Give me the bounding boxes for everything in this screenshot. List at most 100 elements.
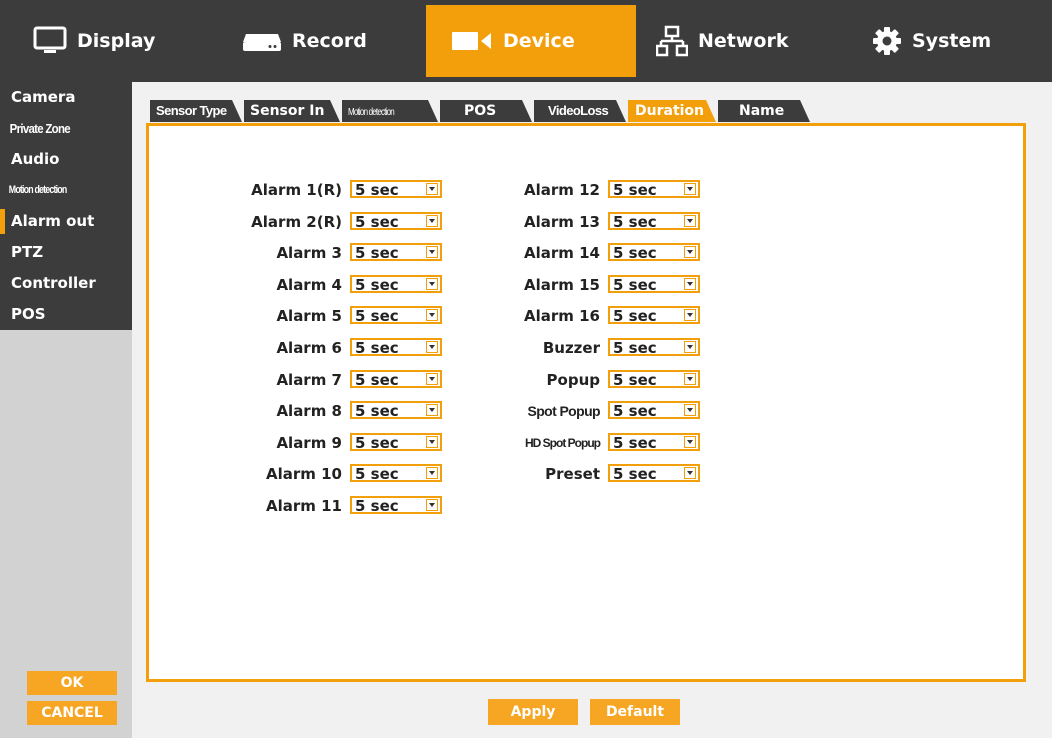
tab-sensor-type[interactable]: Sensor Type [150, 100, 242, 122]
duration-select[interactable]: 5 sec [608, 306, 700, 325]
duration-row: Alarm 4 5 sec [142, 273, 442, 297]
duration-value: 5 sec [613, 433, 657, 452]
dropdown-arrow-icon[interactable] [684, 467, 696, 480]
ok-button[interactable]: OK [27, 671, 117, 695]
duration-value: 5 sec [355, 244, 399, 263]
alarm-label: Preset [545, 465, 600, 484]
tab-duration[interactable]: Duration [628, 100, 716, 122]
duration-value: 5 sec [613, 370, 657, 389]
tab-label: Duration [635, 103, 705, 119]
sidebar-item-motion-detection[interactable]: Motion detection [0, 175, 106, 206]
sidebar-item-ptz[interactable]: PTZ [0, 237, 132, 268]
duration-select[interactable]: 5 sec [608, 180, 700, 199]
default-button[interactable]: Default [590, 699, 680, 725]
alarm-label: Alarm 3 [276, 244, 342, 263]
top-tab-display[interactable]: Display [0, 5, 210, 77]
network-icon [656, 25, 688, 57]
top-tab-device[interactable]: Device [426, 5, 636, 77]
tab-label: Motion detection [348, 107, 394, 118]
dropdown-arrow-icon[interactable] [426, 499, 438, 511]
dropdown-arrow-icon[interactable] [684, 309, 696, 322]
sidebar-item-alarm-out[interactable]: Alarm out [0, 206, 132, 237]
duration-select[interactable]: 5 sec [608, 274, 700, 294]
top-tab-network[interactable]: Network [636, 5, 844, 77]
alarm-label: Alarm 15 [524, 275, 600, 294]
top-tab-label: Device [503, 30, 575, 52]
top-tab-record[interactable]: Record [210, 5, 426, 77]
alarm-label: Alarm 10 [266, 465, 342, 484]
duration-select[interactable]: 5 sec [608, 338, 700, 357]
tab-sensor-in[interactable]: Sensor In [244, 100, 340, 122]
alarm-label: HD Spot Popup [525, 435, 601, 450]
duration-row: Alarm 9 5 sec [142, 431, 442, 455]
sidebar-item-private-zone[interactable]: Private Zone [0, 113, 116, 144]
duration-row: Alarm 16 5 sec [400, 304, 700, 328]
dropdown-arrow-icon[interactable] [684, 435, 696, 448]
duration-value: 5 sec [613, 339, 657, 357]
duration-value: 5 sec [355, 497, 399, 515]
sidebar-item-pos[interactable]: POS [0, 299, 132, 330]
tab-label: Name [739, 103, 785, 119]
tab-pos[interactable]: POS [440, 100, 532, 122]
dropdown-arrow-icon[interactable] [684, 214, 696, 227]
duration-select[interactable]: 5 sec [608, 243, 700, 263]
sidebar-item-camera[interactable]: Camera [0, 82, 132, 113]
sidebar-item-controller[interactable]: Controller [0, 268, 132, 299]
top-tab-label: Record [292, 30, 367, 52]
duration-value: 5 sec [613, 275, 657, 294]
monitor-icon [33, 26, 67, 56]
duration-select[interactable]: 5 sec [608, 432, 700, 452]
sidebar-menu: Camera Private Zone Audio Motion detecti… [0, 82, 132, 330]
camera-icon [451, 30, 493, 52]
gear-icon [872, 26, 902, 56]
top-tab-label: Network [698, 30, 789, 52]
duration-value: 5 sec [355, 339, 399, 357]
tab-videoloss[interactable]: VideoLoss [534, 100, 626, 122]
cancel-button[interactable]: CANCEL [27, 701, 117, 725]
sidebar-item-audio[interactable]: Audio [0, 144, 132, 175]
tab-label: Sensor In [250, 103, 325, 119]
duration-value: 5 sec [613, 212, 657, 231]
duration-select[interactable]: 5 sec [608, 211, 700, 231]
duration-row: Alarm 13 5 sec [400, 210, 700, 234]
duration-value: 5 sec [355, 433, 399, 452]
duration-row: Alarm 8 5 sec [142, 399, 442, 423]
duration-row: Alarm 7 5 sec [142, 368, 442, 392]
duration-value: 5 sec [355, 402, 399, 421]
tab-motion-detection[interactable]: Motion detection [342, 100, 438, 122]
content-area: Sensor Type Sensor In Motion detection P… [132, 82, 1052, 738]
duration-row: Alarm 11 5 sec [142, 494, 442, 518]
duration-value: 5 sec [355, 370, 399, 389]
duration-select[interactable]: 5 sec [608, 369, 700, 389]
alarm-label: Alarm 12 [524, 181, 600, 199]
duration-row: Alarm 2(R) 5 sec [142, 210, 442, 234]
alarm-label: Alarm 9 [276, 433, 342, 452]
duration-value: 5 sec [355, 181, 399, 199]
dropdown-arrow-icon[interactable] [684, 341, 696, 353]
alarm-label: Alarm 13 [524, 212, 600, 231]
alarm-label: Spot Popup [527, 403, 600, 420]
duration-value: 5 sec [613, 402, 657, 421]
duration-select[interactable]: 5 sec [350, 496, 442, 515]
dropdown-arrow-icon[interactable] [684, 372, 696, 385]
duration-row: Popup 5 sec [400, 368, 700, 392]
alarm-label: Alarm 5 [276, 307, 342, 326]
alarm-label: Alarm 2(R) [251, 212, 342, 231]
duration-row: Spot Popup 5 sec [400, 399, 700, 423]
top-tab-label: System [912, 30, 992, 52]
alarm-label: Alarm 7 [276, 370, 342, 389]
apply-button[interactable]: Apply [488, 699, 578, 725]
duration-select[interactable]: 5 sec [608, 464, 700, 483]
duration-value: 5 sec [613, 244, 657, 263]
alarm-label: Alarm 16 [524, 307, 600, 326]
duration-value: 5 sec [613, 181, 657, 199]
top-tab-system[interactable]: System [844, 5, 1052, 77]
dropdown-arrow-icon[interactable] [684, 277, 696, 290]
alarm-label: Alarm 8 [276, 402, 342, 421]
dropdown-arrow-icon[interactable] [684, 404, 696, 417]
dropdown-arrow-icon[interactable] [684, 183, 696, 195]
duration-select[interactable]: 5 sec [608, 401, 700, 421]
dropdown-arrow-icon[interactable] [684, 246, 696, 259]
alarm-label: Alarm 1(R) [251, 181, 342, 199]
tab-name[interactable]: Name [718, 100, 810, 122]
